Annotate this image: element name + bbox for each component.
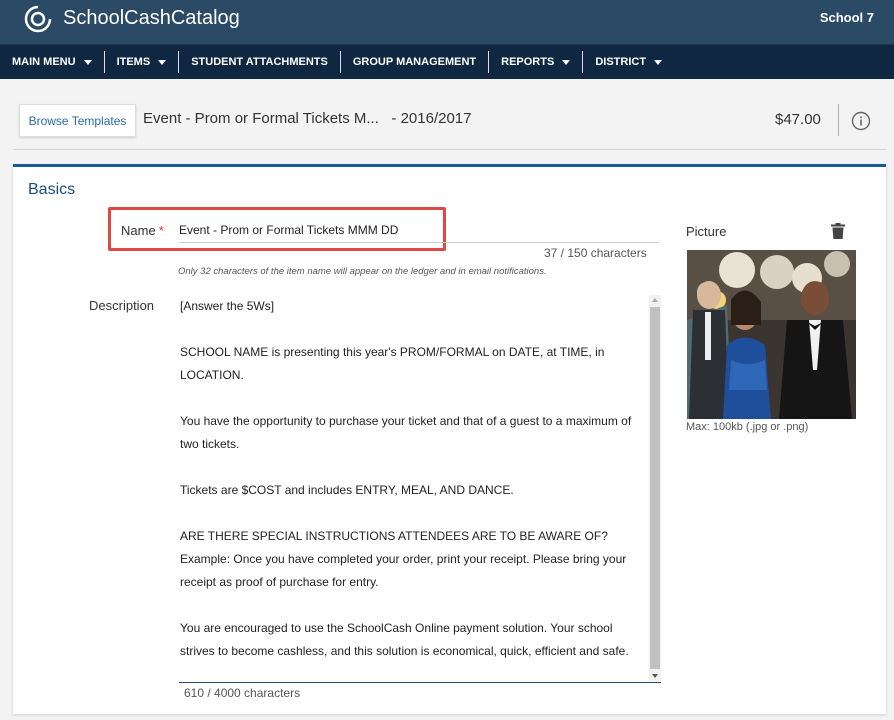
name-hint: Only 32 characters of the item name will… [178, 266, 547, 277]
description-scrollbar[interactable] [649, 295, 661, 681]
info-icon[interactable] [851, 111, 871, 131]
basics-card: Basics Name* 37 / 150 characters Only 32… [13, 164, 886, 714]
section-title: Basics [28, 181, 76, 198]
nav-student-attachments[interactable]: STUDENT ATTACHMENTS [179, 51, 341, 73]
required-mark: * [158, 223, 164, 238]
browse-templates-button[interactable]: Browse Templates [19, 104, 136, 137]
description-text: [Answer the 5Ws] SCHOOL NAME is presenti… [180, 295, 640, 663]
name-char-count: 37 / 150 characters [544, 246, 647, 260]
main-nav: MAIN MENU ITEMS STUDENT ATTACHMENTS GROU… [0, 45, 894, 79]
scroll-thumb[interactable] [650, 307, 660, 669]
nav-reports[interactable]: REPORTS [489, 51, 584, 73]
nav-label: ITEMS [116, 56, 151, 68]
trash-icon[interactable] [831, 223, 845, 239]
nav-label: MAIN MENU [12, 56, 76, 68]
school-year: - 2016/2017 [391, 110, 472, 127]
chevron-down-icon [83, 59, 92, 65]
nav-label: GROUP MANAGEMENT [352, 56, 477, 68]
item-price: $47.00 [775, 111, 821, 128]
picture-label: Picture [686, 224, 727, 239]
name-field[interactable] [179, 217, 659, 243]
nav-main-menu[interactable]: MAIN MENU [0, 51, 105, 73]
nav-label: STUDENT ATTACHMENTS [191, 56, 328, 68]
item-title: Event - Prom or Formal Tickets M... - 20… [143, 110, 471, 127]
description-paragraph: ARE THERE SPECIAL INSTRUCTIONS ATTENDEES… [180, 529, 627, 589]
scroll-up-icon[interactable] [652, 298, 658, 302]
description-paragraph: SCHOOL NAME is presenting this year's PR… [180, 345, 605, 382]
brand-name: SchoolCashCatalog [63, 7, 240, 29]
nav-items[interactable]: ITEMS [105, 51, 180, 73]
item-header: Browse Templates Event - Prom or Formal … [13, 80, 886, 150]
item-name: Event - Prom or Formal Tickets M... [143, 110, 379, 127]
top-bar: SchoolCashCatalog School 7 [0, 0, 894, 45]
scroll-down-icon[interactable] [652, 674, 658, 678]
name-label: Name * [121, 223, 164, 238]
description-field[interactable]: [Answer the 5Ws] SCHOOL NAME is presenti… [179, 295, 661, 683]
chevron-down-icon [562, 59, 571, 65]
description-paragraph: You are encouraged to use the SchoolCash… [180, 621, 629, 658]
header-divider [838, 104, 839, 136]
nav-label: DISTRICT [595, 56, 647, 68]
description-char-count: 610 / 4000 characters [184, 686, 301, 700]
description-paragraph: [Answer the 5Ws] [180, 299, 275, 313]
description-label: Description [89, 298, 155, 313]
logo-icon [24, 5, 52, 33]
nav-district[interactable]: DISTRICT [583, 51, 674, 73]
picture-hint: Max: 100kb (.jpg or .png) [686, 421, 809, 433]
nav-group-management[interactable]: GROUP MANAGEMENT [341, 51, 490, 73]
description-paragraph: Tickets are $COST and includes ENTRY, ME… [180, 483, 514, 497]
chevron-down-icon [654, 59, 663, 65]
name-label-text: Name [121, 223, 156, 238]
description-paragraph: You have the opportunity to purchase you… [180, 414, 632, 451]
nav-label: REPORTS [501, 56, 555, 68]
prom-photo[interactable] [687, 250, 856, 419]
chevron-down-icon [158, 59, 167, 65]
school-selector[interactable]: School 7 [820, 10, 874, 25]
